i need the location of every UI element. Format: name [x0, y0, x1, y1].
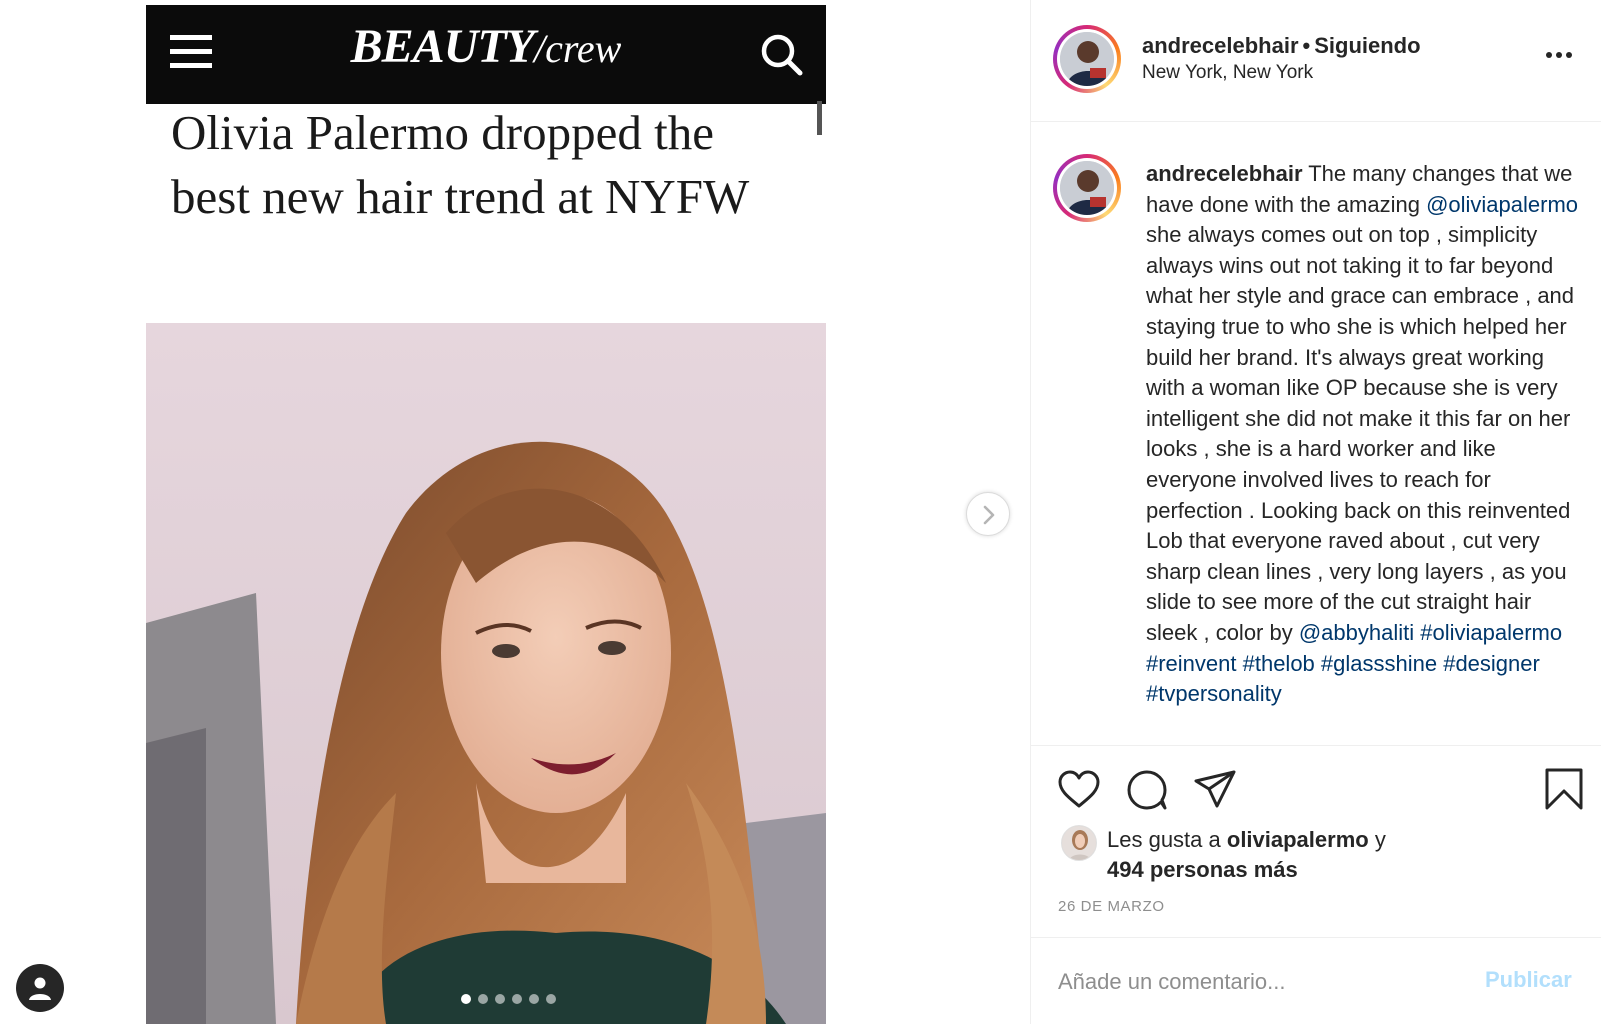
likes-prefix: Les gusta a [1107, 827, 1227, 852]
heart-icon[interactable] [1057, 769, 1101, 809]
profile-button[interactable] [16, 964, 64, 1012]
carousel-dot [478, 994, 488, 1004]
carousel-indicator [461, 994, 556, 1008]
header-location[interactable]: New York, New York [1142, 62, 1313, 84]
brand-logo: BEAUTY/crew [146, 19, 826, 74]
likes-summary: Les gusta a oliviapalermo y 494 personas… [1107, 825, 1386, 885]
article-screenshot: BEAUTY/crew Olivia Palermo dropped the b… [146, 5, 826, 1024]
chevron-right-icon [983, 505, 995, 525]
carousel-dot [512, 994, 522, 1004]
article-topbar: BEAUTY/crew [146, 5, 826, 104]
brand-main: BEAUTY [350, 20, 535, 73]
likes-connector: y [1368, 827, 1386, 852]
article-scrollbar [817, 101, 822, 135]
more-options-icon[interactable] [1546, 52, 1574, 62]
post-header: andrecelebhair • Siguiendo New York, New Y… [1031, 0, 1601, 122]
caption-text: andrecelebhair The many changes that we … [1146, 159, 1586, 710]
post-media: BEAUTY/crew Olivia Palermo dropped the b… [0, 0, 1030, 1024]
caption-avatar[interactable] [1053, 154, 1121, 222]
carousel-dot [529, 994, 539, 1004]
comment-box: Publicar [1031, 938, 1601, 1024]
header-username[interactable]: andrecelebhair [1142, 33, 1299, 58]
next-slide-button[interactable] [966, 492, 1010, 536]
caption-text-part-2: she always comes out on top , simplicity… [1146, 222, 1575, 645]
publish-button[interactable]: Publicar [1485, 967, 1572, 993]
caption-username[interactable]: andrecelebhair [1146, 161, 1303, 186]
post-actions: Les gusta a oliviapalermo y 494 personas… [1031, 745, 1601, 938]
profile-icon [29, 977, 51, 1000]
likes-user-link[interactable]: oliviapalermo [1227, 827, 1369, 852]
send-icon[interactable] [1193, 769, 1237, 809]
header-separator: • [1302, 33, 1311, 58]
post-sidebar: andrecelebhair • Siguiendo New York, New Y… [1030, 0, 1601, 1024]
likes-count-link[interactable]: 494 personas más [1107, 857, 1298, 882]
brand-sub: crew [545, 26, 622, 71]
mention-abbyhaliti[interactable]: @abbyhaliti [1299, 620, 1414, 645]
carousel-dot [461, 994, 471, 1004]
search-icon [758, 31, 806, 79]
likes-avatar[interactable] [1061, 825, 1097, 861]
article-headline: Olivia Palermo dropped the best new hair… [171, 105, 750, 224]
header-avatar[interactable] [1053, 25, 1121, 93]
mention-oliviapalermo[interactable]: @oliviapalermo [1426, 192, 1578, 217]
caption-area: andrecelebhair The many changes that we … [1031, 122, 1601, 744]
carousel-dot [495, 994, 505, 1004]
portrait-photo [146, 323, 826, 1024]
comment-input[interactable] [1058, 965, 1458, 999]
header-username-line: andrecelebhair • Siguiendo [1142, 33, 1421, 59]
carousel-dot [546, 994, 556, 1004]
bookmark-icon[interactable] [1544, 767, 1584, 811]
post-date[interactable]: 26 DE MARZO [1058, 898, 1165, 915]
brand-slash: / [533, 26, 546, 71]
follow-status-button[interactable]: Siguiendo [1314, 33, 1420, 58]
comment-icon[interactable] [1125, 769, 1169, 811]
